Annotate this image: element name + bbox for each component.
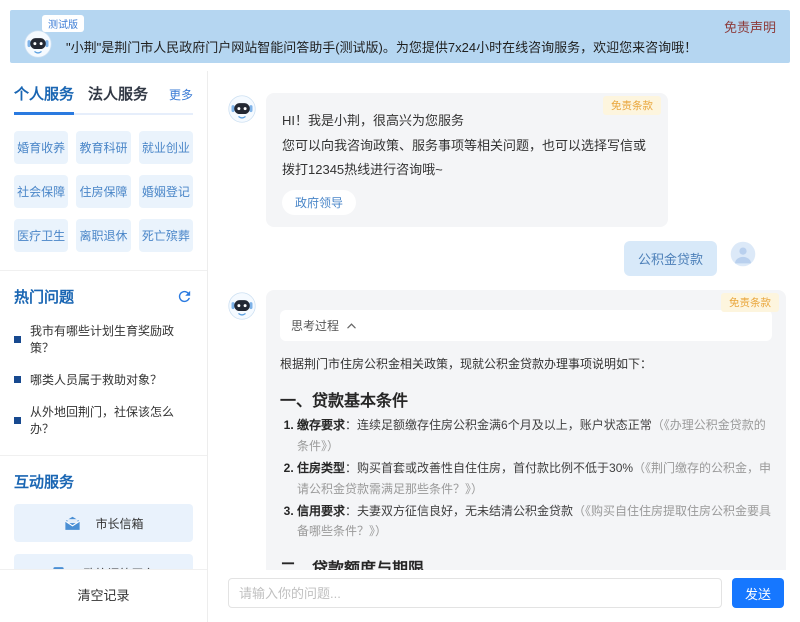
list-item: 住房类型：购买首套或改善性自住住房，首付款比例不低于30%（《荆门缴存的公积金，…	[297, 458, 772, 499]
item-term: 住房类型	[297, 461, 345, 475]
tab-corporate-services[interactable]: 法人服务	[88, 83, 148, 113]
hot-questions-title: 热门问题	[14, 286, 74, 307]
service-btn-employment[interactable]: 就业创业	[139, 131, 193, 164]
main-area: 个人服务 法人服务 更多 婚育收养 教育科研 就业创业 社会保障 住房保障 婚姻…	[0, 71, 800, 622]
list-item: 缴存要求：连续足额缴存住房公积金满6个月及以上，账户状态正常（《办理公积金贷款的…	[297, 415, 772, 456]
service-btn-education-research[interactable]: 教育科研	[76, 131, 130, 164]
item-text: ：连续足额缴存住房公积金满6个月及以上，账户状态正常	[345, 418, 652, 432]
sidebar: 个人服务 法人服务 更多 婚育收养 教育科研 就业创业 社会保障 住房保障 婚姻…	[0, 71, 208, 622]
top-banner: 测试版 "小荆"是荆门市人民政府门户网站智能问答助手(测试版)。为您提供7x24…	[10, 10, 790, 63]
thinking-process-toggle[interactable]: 思考过程	[280, 310, 772, 341]
chatbot-page: 测试版 "小荆"是荆门市人民政府门户网站智能问答助手(测试版)。为您提供7x24…	[0, 0, 800, 622]
robot-avatar-icon	[228, 292, 256, 320]
chat-panel: 免责条款 HI！我是小荆，很高兴为您服务 您可以向我咨询政策、服务事项等相关问题…	[208, 71, 800, 622]
mayor-mailbox-label: 市长信箱	[95, 515, 143, 532]
hot-question-item[interactable]: 哪类人员属于救助对象？	[14, 371, 193, 388]
more-link[interactable]: 更多	[169, 86, 193, 113]
refresh-icon[interactable]	[176, 288, 193, 305]
item-term: 缴存要求	[297, 418, 345, 432]
disclaimer-terms-badge[interactable]: 免责条款	[603, 96, 661, 115]
hot-question-item[interactable]: 我市有哪些计划生育奖励政策？	[14, 322, 193, 356]
disclaimer-terms-badge[interactable]: 免责条款	[721, 293, 779, 312]
disclaimer-link[interactable]: 免责声明	[724, 17, 776, 36]
service-btn-funeral[interactable]: 死亡殡葬	[139, 219, 193, 252]
chat-input-bar: 发送	[208, 570, 800, 622]
bot-answer-bubble: 免责条款 思考过程 根据荆门市住房公积金相关政策，现就公积金贷款办理事项说明如下…	[266, 290, 786, 570]
hot-question-text: 我市有哪些计划生育奖励政策？	[30, 322, 193, 356]
robot-avatar-icon	[24, 30, 52, 58]
bot-message-row: 免责条款 HI！我是小荆，很高兴为您服务 您可以向我咨询政策、服务事项等相关问题…	[228, 93, 786, 227]
user-avatar-icon	[730, 241, 756, 267]
list-item: 信用要求：夫妻双方征信良好，无未结清公积金贷款（《购买自住住房提取住房公积金要具…	[297, 501, 772, 542]
question-input[interactable]	[228, 578, 722, 608]
answer-intro: 根据荆门市住房公积金相关政策，现就公积金贷款办理事项说明如下：	[280, 354, 772, 374]
send-button[interactable]: 发送	[732, 578, 784, 608]
service-btn-marriage-registration[interactable]: 婚姻登记	[139, 175, 193, 208]
service-category-grid: 婚育收养 教育科研 就业创业 社会保障 住房保障 婚姻登记 医疗卫生 离职退休 …	[14, 131, 193, 252]
service-btn-social-security[interactable]: 社会保障	[14, 175, 68, 208]
item-text: ：夫妻双方征信良好，无未结清公积金贷款	[345, 504, 573, 518]
hot-questions-header: 热门问题	[14, 286, 193, 307]
answer-section1-heading: 一、贷款基本条件	[280, 387, 772, 411]
chevron-up-icon	[347, 323, 356, 329]
greeting-line2: 您可以向我咨询政策、服务事项等相关问题，也可以选择写信或拨打12345热线进行咨…	[282, 134, 652, 183]
mail-icon	[63, 514, 82, 533]
robot-avatar-icon	[228, 95, 256, 123]
sidebar-divider	[0, 270, 207, 271]
sidebar-divider	[0, 455, 207, 456]
bot-message-row: 免责条款 思考过程 根据荆门市住房公积金相关政策，现就公积金贷款办理事项说明如下…	[228, 290, 786, 570]
user-message-row: 公积金贷款	[228, 241, 786, 276]
service-btn-retirement[interactable]: 离职退休	[76, 219, 130, 252]
interactive-services-title: 互动服务	[14, 471, 74, 492]
mayor-mailbox-item[interactable]: 市长信箱	[14, 504, 193, 542]
service-tabs: 个人服务 法人服务 更多	[14, 83, 193, 115]
square-bullet-icon	[14, 417, 21, 424]
item-term: 信用要求	[297, 504, 345, 518]
hot-question-text: 从外地回荆门，社保该怎么办？	[30, 403, 193, 437]
banner-message: "小荆"是荆门市人民政府门户网站智能问答助手(测试版)。为您提供7x24小时在线…	[66, 37, 697, 56]
greeting-line1: HI！我是小荆，很高兴为您服务	[282, 109, 652, 134]
tab-personal-services[interactable]: 个人服务	[14, 83, 74, 113]
thinking-process-label: 思考过程	[291, 317, 339, 334]
service-btn-housing[interactable]: 住房保障	[76, 175, 130, 208]
hot-question-item[interactable]: 从外地回荆门，社保该怎么办？	[14, 403, 193, 437]
user-message-bubble: 公积金贷款	[624, 241, 717, 276]
service-btn-medical-health[interactable]: 医疗卫生	[14, 219, 68, 252]
government-leaders-chip[interactable]: 政府领导	[282, 190, 356, 215]
interactive-services-header: 互动服务	[14, 471, 193, 492]
answer-section2-heading: 二、贷款额度与期限	[280, 555, 772, 570]
hot-question-text: 哪类人员属于救助对象？	[30, 371, 162, 388]
bot-greeting-bubble: 免责条款 HI！我是小荆，很高兴为您服务 您可以向我咨询政策、服务事项等相关问题…	[266, 93, 668, 227]
message-list: 免责条款 HI！我是小荆，很高兴为您服务 您可以向我咨询政策、服务事项等相关问题…	[208, 71, 800, 570]
square-bullet-icon	[14, 376, 21, 383]
loan-conditions-list: 缴存要求：连续足额缴存住房公积金满6个月及以上，账户状态正常（《办理公积金贷款的…	[280, 415, 772, 541]
service-btn-marriage-adoption[interactable]: 婚育收养	[14, 131, 68, 164]
square-bullet-icon	[14, 336, 21, 343]
item-text: ：购买首套或改善性自住住房，首付款比例不低于30%	[345, 461, 633, 475]
clear-history-button[interactable]: 清空记录	[0, 569, 207, 622]
